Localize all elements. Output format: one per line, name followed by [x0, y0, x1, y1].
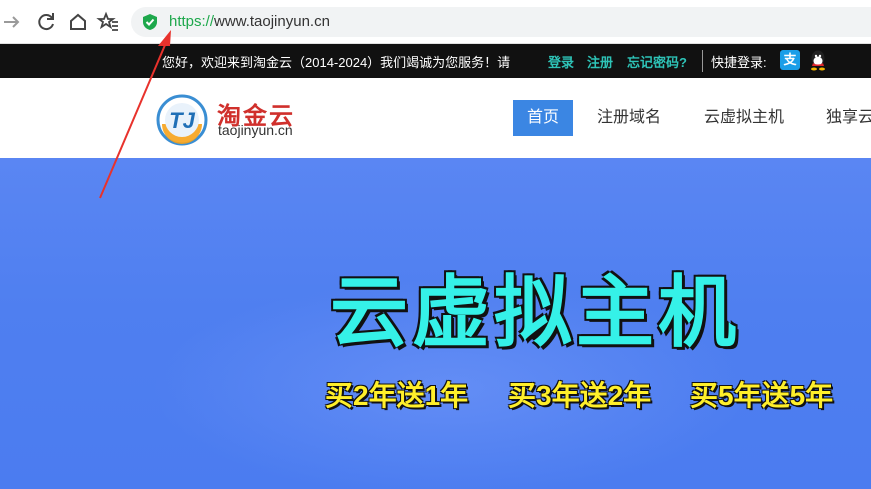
- nav-dedicated-cloud[interactable]: 独享云: [826, 100, 871, 136]
- address-bar[interactable]: https://www.taojinyun.cn: [131, 7, 871, 37]
- promo-5-5: 买5年送5年: [690, 380, 834, 411]
- browser-toolbar: https://www.taojinyun.cn: [0, 0, 871, 44]
- logo-mark-text: TJ: [169, 108, 195, 133]
- url-scheme: https://: [169, 13, 215, 30]
- logo-domain: taojinyun.cn: [218, 122, 293, 138]
- welcome-text: 您好，欢迎来到淘金云（2014-2024）我们竭诚为您服务！请: [162, 55, 511, 70]
- alipay-icon[interactable]: 支: [780, 50, 800, 70]
- secure-shield-icon: [143, 14, 157, 30]
- nav-virtual-host[interactable]: 云虚拟主机: [704, 100, 784, 136]
- logo-icon[interactable]: TJ: [156, 94, 208, 146]
- hero-banner[interactable]: 云虚拟主机 买2年送1年 买3年送2年 买5年送5年: [0, 158, 871, 489]
- promo-2-1: 买2年送1年: [325, 380, 469, 411]
- home-icon[interactable]: [66, 10, 90, 34]
- nav-home[interactable]: 首页: [513, 100, 574, 136]
- login-link[interactable]: 登录: [548, 52, 574, 71]
- quick-login-label: 快捷登录:: [711, 55, 767, 70]
- register-link[interactable]: 注册: [587, 52, 613, 71]
- divider: [702, 50, 703, 72]
- forward-icon[interactable]: [0, 10, 24, 34]
- site-header: TJ 淘金云 taojinyun.cn 首页 注册域名 云虚拟主机 独享云: [0, 78, 871, 158]
- nav-register-domain[interactable]: 注册域名: [597, 100, 661, 136]
- forgot-password-link[interactable]: 忘记密码?: [627, 52, 687, 71]
- url-host: www.taojinyun.cn: [214, 13, 330, 30]
- bookmark-star-icon[interactable]: [96, 10, 120, 34]
- top-info-bar: 您好，欢迎来到淘金云（2014-2024）我们竭诚为您服务！请 登录 注册 忘记…: [0, 44, 871, 78]
- banner-title: 云虚拟主机: [330, 268, 741, 356]
- url-text[interactable]: https://www.taojinyun.cn: [169, 13, 330, 30]
- reload-icon[interactable]: [34, 10, 58, 34]
- promo-3-2: 买3年送2年: [508, 380, 652, 411]
- qq-icon[interactable]: [808, 49, 828, 71]
